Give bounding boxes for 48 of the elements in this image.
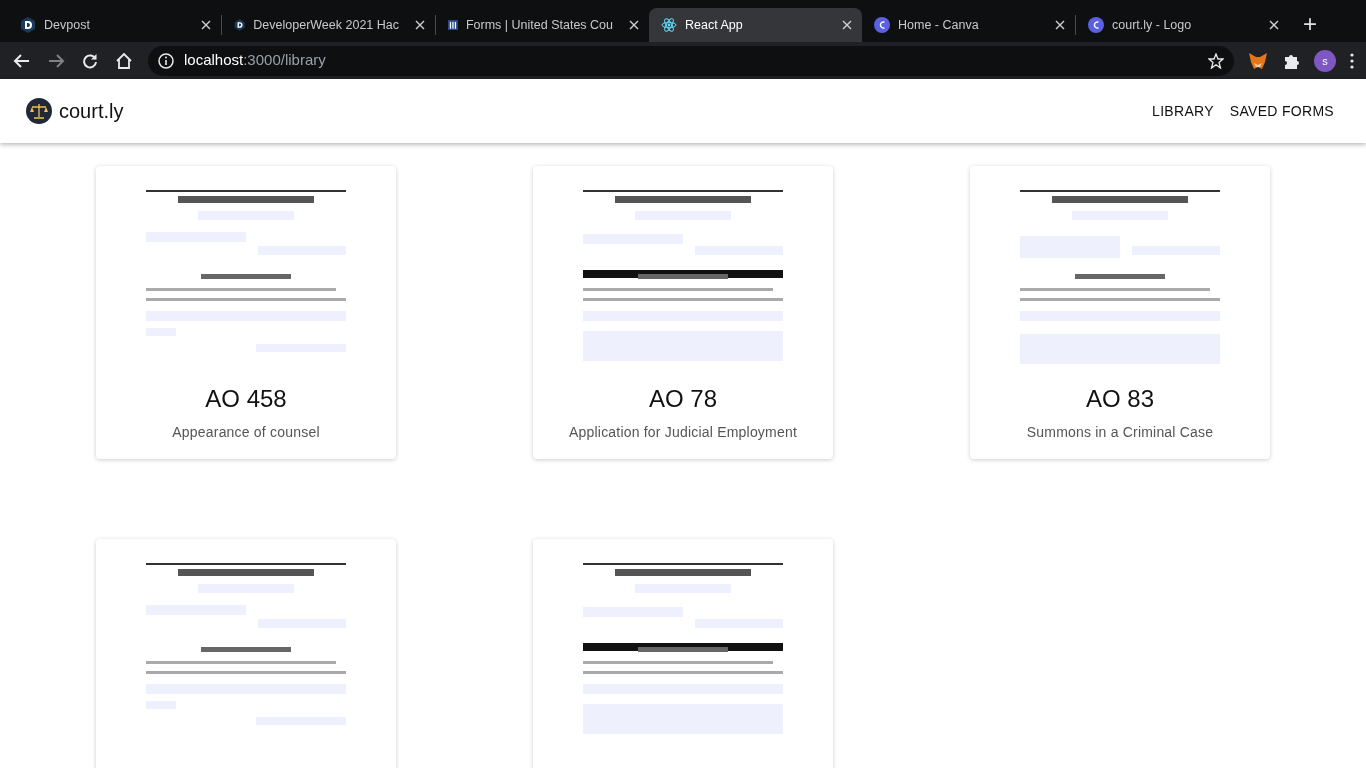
form-card[interactable] xyxy=(533,539,833,768)
form-card[interactable]: AO 83 Summons in a Criminal Case xyxy=(970,166,1270,459)
nav-link[interactable]: LIBRARY xyxy=(1152,100,1214,122)
tab-title: Forms | United States Cou xyxy=(465,16,613,34)
form-card[interactable]: AO 78 Application for Judicial Employment xyxy=(533,166,833,459)
close-icon xyxy=(842,20,852,30)
atom-icon xyxy=(661,17,677,33)
fox-icon xyxy=(1248,51,1268,70)
new-tab-button[interactable]: + xyxy=(1297,10,1323,38)
tab-title: court.ly - Logo xyxy=(1112,16,1192,34)
tab-title: Devpost xyxy=(44,16,90,34)
close-icon xyxy=(415,20,425,30)
circle-logo-icon xyxy=(1088,17,1104,33)
form-card[interactable] xyxy=(96,539,396,768)
address-bar[interactable]: localhost:3000/library xyxy=(148,45,1234,76)
close-icon xyxy=(201,20,211,30)
form-code: AO 83 xyxy=(1085,384,1154,414)
form-name: Application for Judicial Employment xyxy=(569,423,797,442)
close-icon xyxy=(1269,20,1279,30)
more-icon xyxy=(1350,52,1354,69)
close-icon xyxy=(1055,20,1065,30)
form-code: AO 458 xyxy=(205,384,287,414)
tab-title: DeveloperWeek 2021 Hac xyxy=(253,16,399,34)
scales-logo-icon xyxy=(26,98,52,124)
hexagon-logo-icon xyxy=(20,17,36,33)
hexagon-logo-icon xyxy=(234,17,246,33)
columns-logo-icon xyxy=(448,17,458,33)
browser-tab[interactable]: Forms | United States Cou xyxy=(436,8,649,42)
form-code: AO 78 xyxy=(648,384,717,414)
profile-avatar[interactable]: s xyxy=(1314,49,1336,72)
star-icon xyxy=(1208,52,1224,69)
browser-tab[interactable]: Devpost xyxy=(8,8,221,42)
form-name: Summons in a Criminal Case xyxy=(1026,423,1214,442)
browser-tab[interactable]: court.ly - Logo xyxy=(1076,8,1289,42)
home-button[interactable] xyxy=(114,50,134,71)
close-icon xyxy=(629,20,639,30)
browser-tab[interactable]: React App xyxy=(649,8,862,42)
browser-tab[interactable]: DeveloperWeek 2021 Hac xyxy=(222,8,435,42)
form-name: Appearance of counsel xyxy=(172,423,320,442)
url-text: localhost:3000/library xyxy=(184,50,326,71)
info-icon xyxy=(158,52,174,69)
app-logo-text[interactable]: court.ly xyxy=(59,96,124,126)
tab-title: Home - Canva xyxy=(898,16,979,34)
nav-link[interactable]: SAVED FORMS xyxy=(1229,100,1334,122)
tab-title: React App xyxy=(685,16,743,34)
form-card[interactable]: AO 458 Appearance of counsel xyxy=(96,166,396,459)
browser-tab[interactable]: Home - Canva xyxy=(862,8,1075,42)
circle-logo-icon xyxy=(874,17,890,33)
